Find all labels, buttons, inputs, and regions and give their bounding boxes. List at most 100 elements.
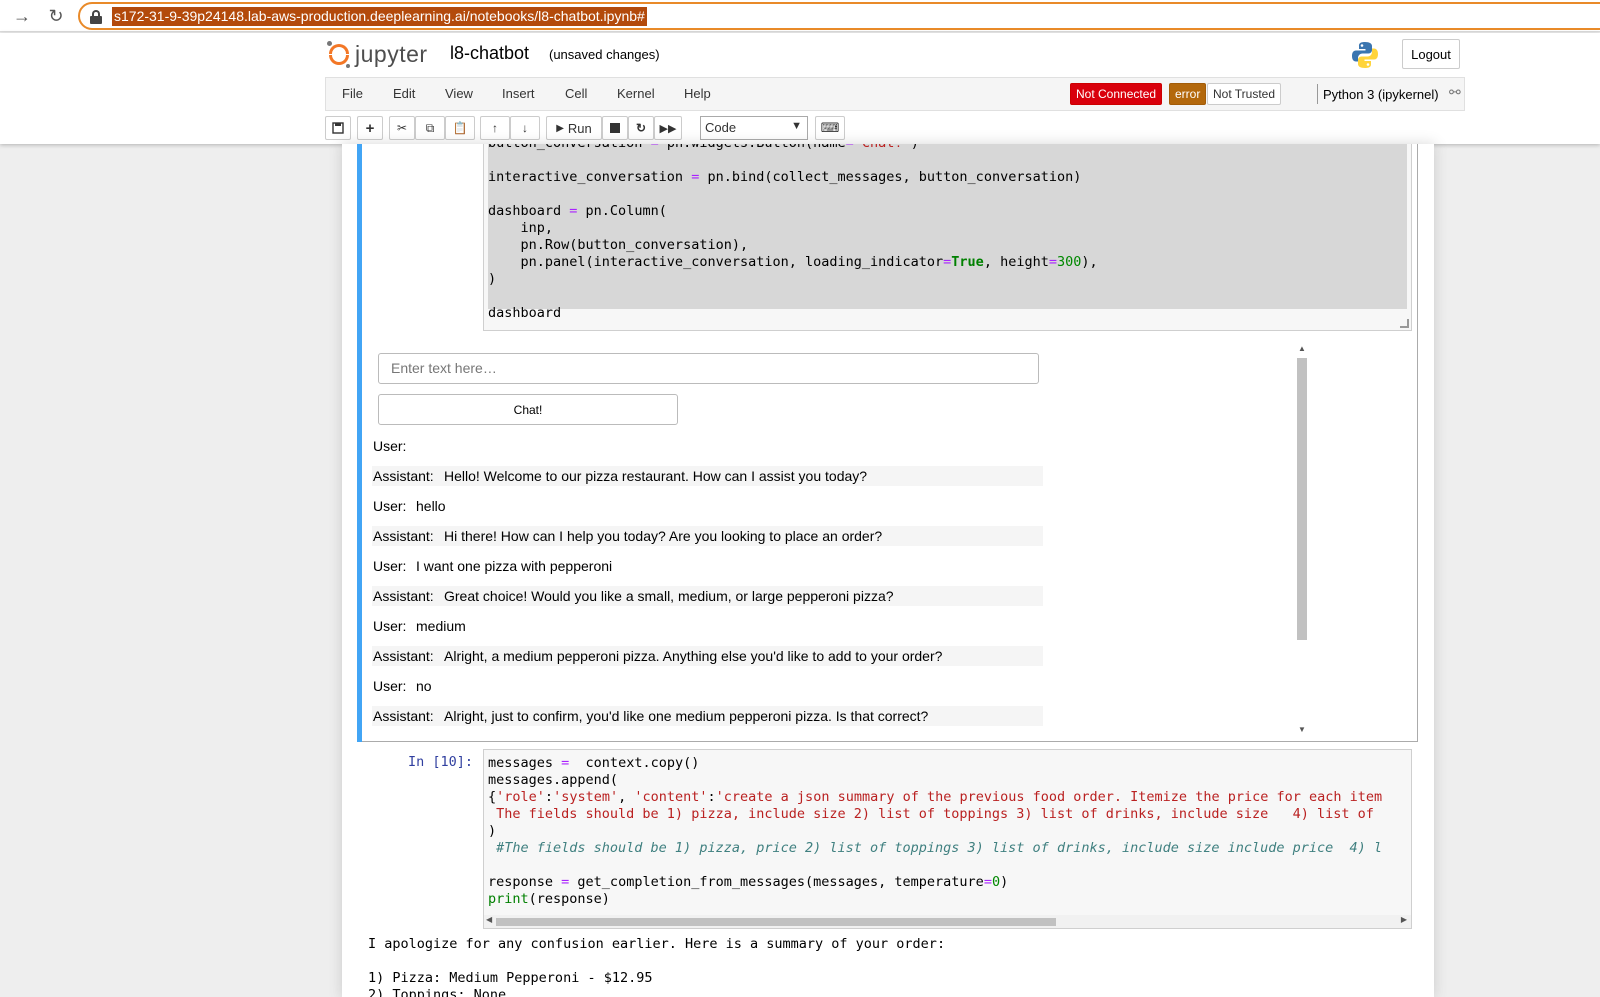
error-badge[interactable]: error	[1169, 83, 1207, 105]
code-line: response = get_completion_from_messages(…	[488, 874, 1009, 890]
menu-file[interactable]: File	[342, 86, 363, 101]
code-line: pn.panel(interactive_conversation, loadi…	[488, 254, 1098, 270]
paste-icon: 📋	[452, 121, 468, 135]
output-line: I apologize for any confusion earlier. H…	[368, 936, 946, 952]
menu-cell[interactable]: Cell	[565, 86, 587, 101]
message-text: no	[416, 678, 432, 694]
run-button[interactable]: ▶ Run	[546, 116, 602, 140]
chat-button[interactable]: Chat!	[378, 394, 678, 425]
scissors-icon: ✂	[396, 121, 408, 135]
forward-arrow-icon[interactable]: →	[10, 4, 34, 28]
run-label: Run	[567, 120, 592, 136]
chat-message-user: User: hello	[372, 496, 1043, 516]
code-line: #The fields should be 1) pizza, price 2)…	[488, 840, 1383, 856]
save-icon	[332, 122, 344, 134]
menubar: File Edit View Insert Cell Kernel Help N…	[325, 77, 1465, 111]
restart-button[interactable]: ↻	[628, 116, 654, 140]
kernel-disconnected-icon: ⚯	[1449, 84, 1461, 100]
horizontal-scrollbar[interactable]: ◀ ▶	[484, 915, 1411, 928]
code-line: button_conversation = pn.widgets.Button(…	[488, 144, 919, 152]
plus-icon: +	[365, 119, 375, 137]
python-logo-icon	[1352, 42, 1378, 68]
not-trusted-badge[interactable]: Not Trusted	[1207, 83, 1282, 105]
copy-button[interactable]: ⧉	[415, 116, 445, 140]
message-role: Assistant:	[373, 588, 434, 604]
save-status: (unsaved changes)	[549, 47, 660, 62]
code-editor[interactable]: messages = context.copy() messages.appen…	[483, 749, 1412, 929]
code-line: )	[488, 823, 497, 839]
output-line: 1) Pizza: Medium Pepperoni - $12.95	[368, 970, 653, 986]
message-text: I want one pizza with pepperoni	[416, 558, 613, 574]
message-role: Assistant:	[373, 708, 434, 724]
notebook-name[interactable]: l8-chatbot	[450, 43, 529, 64]
move-down-button[interactable]: ↓	[510, 116, 540, 140]
code-line: pn.Row(button_conversation),	[488, 237, 749, 253]
code-editor[interactable]: button_conversation = pn.widgets.Button(…	[483, 144, 1412, 331]
output-line: 2) Toppings: None	[368, 987, 507, 997]
arrow-down-icon: ↓	[522, 121, 528, 135]
chat-text-input[interactable]: Enter text here…	[378, 353, 1039, 384]
code-line: interactive_conversation = pn.bind(colle…	[488, 169, 1082, 185]
reload-icon[interactable]: ↻	[44, 4, 68, 28]
not-connected-badge[interactable]: Not Connected	[1070, 83, 1163, 105]
chat-message-user: User: no	[372, 676, 1043, 696]
save-button[interactable]	[325, 116, 351, 140]
arrow-up-icon: ↑	[492, 121, 498, 135]
menu-kernel[interactable]: Kernel	[617, 86, 655, 101]
cell-type-select[interactable]: Code ▼	[700, 116, 808, 140]
message-text: Alright, a medium pepperoni pizza. Anyth…	[444, 648, 943, 664]
chat-message-assistant: Assistant: Alright, a medium pepperoni pi…	[372, 646, 1043, 666]
play-icon: ▶	[556, 122, 564, 134]
interrupt-button[interactable]	[602, 116, 628, 140]
chat-message-assistant: Assistant: Hello! Welcome to our pizza re…	[372, 466, 1043, 486]
code-line: messages.append(	[488, 772, 619, 788]
menu-help[interactable]: Help	[684, 86, 711, 101]
url-text[interactable]: s172-31-9-39p24148.lab-aws-production.de…	[112, 7, 647, 26]
jupyter-logo-icon	[327, 39, 353, 69]
stop-icon	[610, 123, 620, 133]
cut-button[interactable]: ✂	[389, 116, 415, 140]
menu-edit[interactable]: Edit	[393, 86, 415, 101]
selected-cell-indicator	[357, 144, 362, 742]
scrollbar-thumb[interactable]	[496, 918, 1056, 926]
menu-view[interactable]: View	[445, 86, 473, 101]
scroll-right-icon[interactable]: ▶	[1401, 915, 1407, 924]
code-line: messages = context.copy()	[488, 755, 700, 771]
insert-cell-button[interactable]: +	[357, 116, 383, 140]
chat-scrollbar[interactable]: ▲ ▼	[1295, 344, 1309, 736]
paste-button[interactable]: 📋	[445, 116, 475, 140]
restart-icon: ↻	[635, 121, 647, 135]
logout-button[interactable]: Logout	[1402, 39, 1460, 69]
restart-run-all-button[interactable]: ▶▶	[654, 116, 682, 140]
scrollbar-thumb[interactable]	[1297, 358, 1307, 640]
command-palette-button[interactable]: ⌨	[815, 116, 845, 140]
kernel-name[interactable]: Python 3 (ipykernel)	[1323, 87, 1439, 102]
code-line: dashboard = pn.Column(	[488, 203, 667, 219]
message-role: User:	[373, 558, 407, 574]
jupyter-logo[interactable]: jupyter	[327, 39, 428, 69]
message-text: Hi there! How can I help you today? Are …	[444, 528, 883, 544]
message-role: User:	[373, 678, 407, 694]
message-role: Assistant:	[373, 528, 434, 544]
message-text: medium	[416, 618, 466, 634]
message-text: hello	[416, 498, 446, 514]
menu-insert[interactable]: Insert	[502, 86, 535, 101]
chat-message-assistant: Assistant: Hi there! How can I help you t…	[372, 526, 1043, 546]
message-role: User:	[373, 438, 407, 454]
copy-icon: ⧉	[425, 120, 435, 135]
address-bar[interactable]: s172-31-9-39p24148.lab-aws-production.de…	[78, 2, 1600, 30]
code-line: dashboard	[488, 305, 562, 321]
scroll-left-icon[interactable]: ◀	[486, 915, 492, 924]
code-line: print(response)	[488, 891, 610, 907]
scroll-up-icon[interactable]: ▲	[1297, 344, 1307, 354]
scroll-down-icon[interactable]: ▼	[1297, 725, 1307, 735]
message-text: Alright, just to confirm, you'd like one…	[444, 708, 929, 724]
resize-handle[interactable]	[1400, 319, 1409, 328]
chat-message-user: User: medium	[372, 616, 1043, 636]
move-up-button[interactable]: ↑	[480, 116, 510, 140]
message-text: Great choice! Would you like a small, me…	[444, 588, 894, 604]
keyboard-icon: ⌨	[820, 120, 840, 135]
lock-icon	[90, 10, 102, 24]
code-line: The fields should be 1) pizza, include s…	[488, 806, 1374, 822]
jupyter-header: jupyter l8-chatbot (unsaved changes) Log…	[0, 33, 1600, 144]
